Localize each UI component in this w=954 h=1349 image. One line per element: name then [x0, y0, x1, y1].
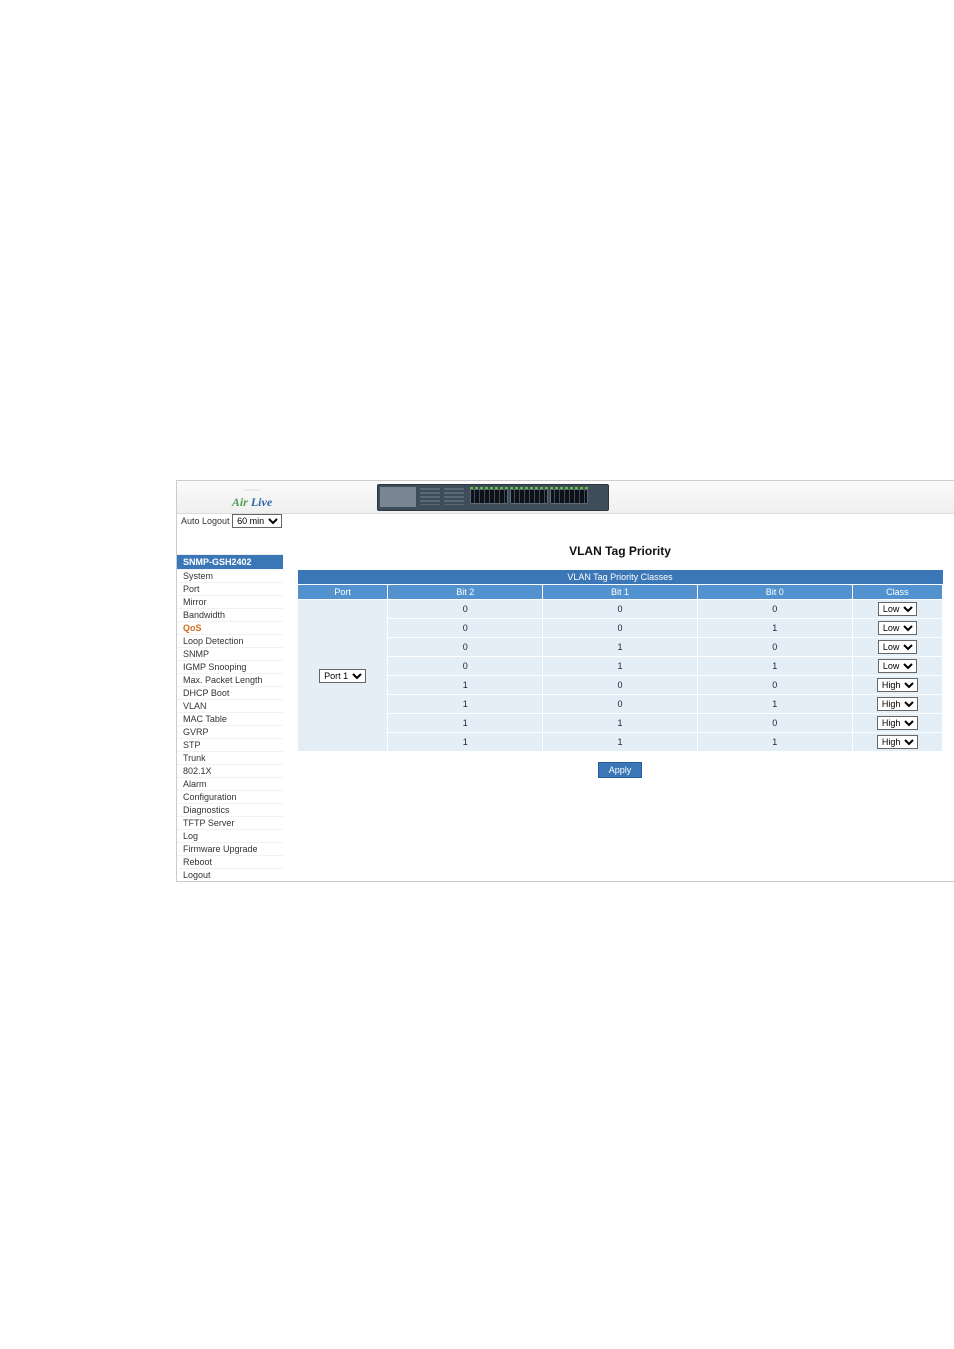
auto-logout-select[interactable]: 60 min [232, 514, 282, 528]
sidebar-item[interactable]: 802.1X [177, 764, 283, 777]
brand-logo: ~~~~ Air Live [207, 485, 297, 510]
bit-cell: 1 [697, 657, 852, 676]
class-select[interactable]: High [877, 735, 918, 749]
bit-cell: 0 [543, 695, 698, 714]
table-row: 011Low [298, 657, 943, 676]
sidebar-item[interactable]: MAC Table [177, 712, 283, 725]
bit-cell: 0 [543, 676, 698, 695]
device-port-panel [377, 484, 609, 511]
bit-cell: 0 [697, 600, 852, 619]
sidebar-item[interactable]: Reboot [177, 855, 283, 868]
bit-cell: 1 [697, 695, 852, 714]
sidebar-item[interactable]: Firmware Upgrade [177, 842, 283, 855]
apply-button[interactable]: Apply [598, 762, 643, 778]
bit-cell: 0 [388, 657, 543, 676]
bit-cell: 1 [388, 733, 543, 752]
table-row: 110High [298, 714, 943, 733]
sidebar-item[interactable]: Diagnostics [177, 803, 283, 816]
sidebar-item[interactable]: Port [177, 582, 283, 595]
sidebar-item[interactable]: STP [177, 738, 283, 751]
sidebar-item[interactable]: GVRP [177, 725, 283, 738]
class-select[interactable]: Low [878, 659, 917, 673]
bit-cell: 0 [697, 676, 852, 695]
port-select[interactable]: Port 1 [319, 669, 366, 683]
class-select[interactable]: High [877, 716, 918, 730]
table-caption: VLAN Tag Priority Classes [298, 570, 943, 585]
class-cell: High [852, 695, 942, 714]
class-cell: Low [852, 657, 942, 676]
priority-table: VLAN Tag Priority Classes Port Bit 2 Bit… [297, 570, 943, 752]
bit-cell: 0 [388, 619, 543, 638]
table-row: 101 High [298, 695, 943, 714]
sidebar-item[interactable]: SNMP [177, 647, 283, 660]
class-select[interactable]: Low [878, 621, 917, 635]
page-title: VLAN Tag Priority [297, 544, 943, 558]
class-cell: High [852, 733, 942, 752]
bit-cell: 1 [388, 676, 543, 695]
bit-cell: 1 [543, 657, 698, 676]
col-bit2: Bit 2 [388, 585, 543, 600]
class-cell: High [852, 714, 942, 733]
class-select[interactable]: Low [878, 640, 917, 654]
class-cell: Low [852, 600, 942, 619]
bit-cell: 0 [697, 638, 852, 657]
sidebar-item[interactable]: Logout [177, 868, 283, 881]
class-cell: High [852, 676, 942, 695]
class-select[interactable]: High [877, 678, 918, 692]
bit-cell: 1 [543, 638, 698, 657]
sidebar-item[interactable]: Trunk [177, 751, 283, 764]
sidebar-item[interactable]: TFTP Server [177, 816, 283, 829]
col-bit1: Bit 1 [543, 585, 698, 600]
col-bit0: Bit 0 [697, 585, 852, 600]
bit-cell: 0 [697, 714, 852, 733]
table-row: Port 1000Low [298, 600, 943, 619]
bit-cell: 0 [543, 600, 698, 619]
sidebar: SNMP-GSH2402 SystemPortMirrorBandwidthQo… [177, 514, 283, 881]
sidebar-item[interactable]: Max. Packet Length [177, 673, 283, 686]
auto-logout-label: Auto Logout [181, 516, 230, 526]
bit-cell: 1 [543, 714, 698, 733]
sidebar-item[interactable]: DHCP Boot [177, 686, 283, 699]
col-port: Port [298, 585, 388, 600]
table-row: 010 Low [298, 638, 943, 657]
table-row: 100High [298, 676, 943, 695]
sidebar-item[interactable]: Log [177, 829, 283, 842]
bit-cell: 0 [388, 600, 543, 619]
bit-cell: 0 [388, 638, 543, 657]
sidebar-title: SNMP-GSH2402 [177, 554, 283, 569]
bit-cell: 0 [543, 619, 698, 638]
class-select[interactable]: High [877, 697, 918, 711]
sidebar-item[interactable]: Loop Detection [177, 634, 283, 647]
sidebar-item[interactable]: Bandwidth [177, 608, 283, 621]
table-row: 111High [298, 733, 943, 752]
class-cell: Low [852, 619, 942, 638]
bit-cell: 1 [388, 695, 543, 714]
sidebar-item[interactable]: Mirror [177, 595, 283, 608]
sidebar-item[interactable]: VLAN [177, 699, 283, 712]
sidebar-item[interactable]: Alarm [177, 777, 283, 790]
sidebar-item[interactable]: System [177, 569, 283, 582]
bit-cell: 1 [697, 619, 852, 638]
sidebar-item[interactable]: QoS [177, 621, 283, 634]
col-class: Class [852, 585, 942, 600]
class-select[interactable]: Low [878, 602, 917, 616]
class-cell: Low [852, 638, 942, 657]
table-row: 001Low [298, 619, 943, 638]
bit-cell: 1 [543, 733, 698, 752]
sidebar-item[interactable]: Configuration [177, 790, 283, 803]
bit-cell: 1 [697, 733, 852, 752]
port-cell: Port 1 [298, 600, 388, 752]
bit-cell: 1 [388, 714, 543, 733]
sidebar-item[interactable]: IGMP Snooping [177, 660, 283, 673]
